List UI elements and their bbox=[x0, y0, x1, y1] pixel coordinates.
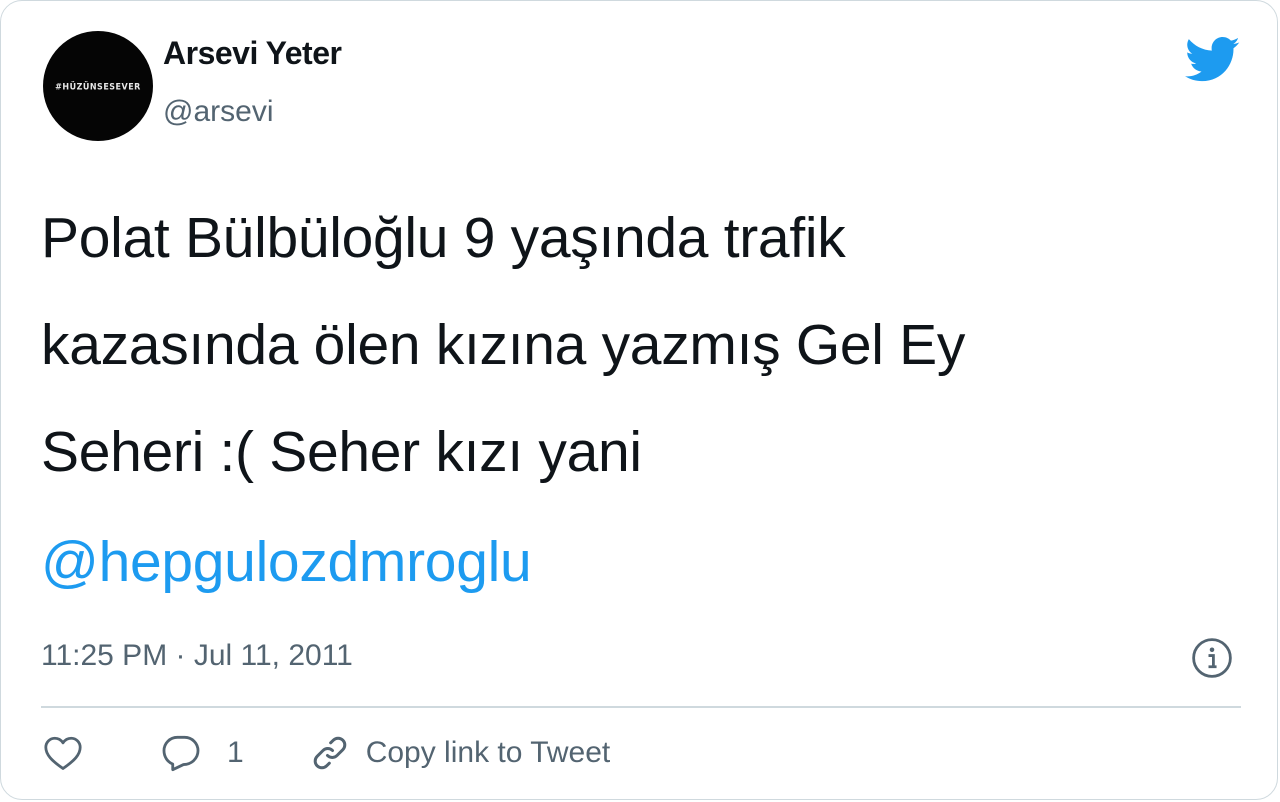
mention-link[interactable]: @hepgulozdmroglu bbox=[41, 529, 532, 595]
reply-count: 1 bbox=[227, 736, 244, 769]
tweet-text-line: Seheri :( Seher kızı yani bbox=[41, 420, 642, 484]
reply-icon-wrap bbox=[151, 723, 211, 783]
tweet-text-line: Polat Bülbüloğlu 9 yaşında trafik bbox=[41, 206, 846, 270]
tweet-timestamp[interactable]: 11:25 PM · Jul 11, 2011 bbox=[41, 639, 353, 673]
copy-link-button[interactable]: Copy link to Tweet bbox=[300, 723, 611, 783]
like-button[interactable] bbox=[33, 723, 93, 783]
tweet-text-line: kazasında ölen kızına yazmış Gel Ey bbox=[41, 313, 966, 377]
avatar-logo-text: #HÜZÜNSESEVER bbox=[55, 81, 141, 91]
author-handle[interactable]: @arsevi bbox=[163, 95, 273, 129]
info-icon[interactable] bbox=[1191, 637, 1233, 679]
reply-bubble-icon bbox=[162, 735, 200, 772]
author-display-name[interactable]: Arsevi Yeter bbox=[163, 35, 342, 72]
divider bbox=[41, 706, 1241, 708]
action-bar: 1 Copy link to Tweet bbox=[41, 723, 610, 783]
tweet-text: Polat Bülbüloğlu 9 yaşında trafik kazası… bbox=[41, 189, 1241, 510]
twitter-bird-icon[interactable] bbox=[1185, 37, 1241, 83]
copy-icon-wrap bbox=[300, 723, 360, 783]
copy-link-label: Copy link to Tweet bbox=[365, 736, 611, 769]
tweet-card: #HÜZÜNSESEVER Arsevi Yeter @arsevi Polat… bbox=[0, 0, 1278, 800]
link-icon bbox=[313, 736, 346, 770]
avatar[interactable]: #HÜZÜNSESEVER bbox=[43, 31, 153, 141]
reply-button[interactable]: 1 bbox=[151, 723, 244, 783]
heart-icon bbox=[44, 736, 82, 770]
